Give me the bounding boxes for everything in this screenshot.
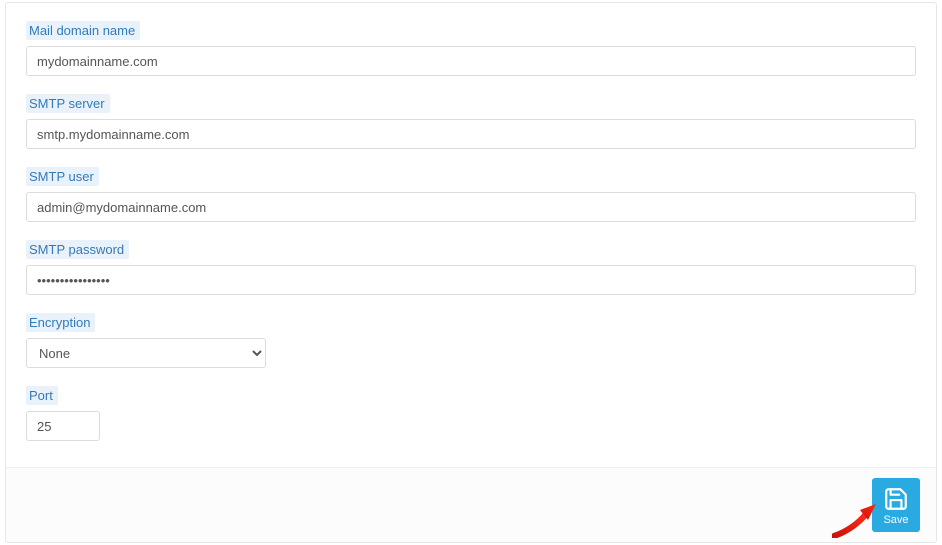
settings-panel: Mail domain name SMTP server SMTP user S… [5, 2, 937, 543]
field-smtp-server: SMTP server [26, 94, 916, 149]
annotation-arrow-icon [832, 504, 876, 538]
save-icon [883, 486, 909, 512]
save-button-label: Save [883, 514, 908, 526]
input-smtp-server[interactable] [26, 119, 916, 149]
panel-body: Mail domain name SMTP server SMTP user S… [6, 3, 936, 467]
panel-footer: Save [6, 467, 936, 542]
label-mail-domain: Mail domain name [26, 21, 140, 40]
input-mail-domain[interactable] [26, 46, 916, 76]
field-encryption: Encryption None [26, 313, 916, 368]
label-smtp-user: SMTP user [26, 167, 99, 186]
label-smtp-server: SMTP server [26, 94, 110, 113]
label-port: Port [26, 386, 58, 405]
save-button[interactable]: Save [872, 478, 920, 532]
field-mail-domain: Mail domain name [26, 21, 916, 76]
select-encryption[interactable]: None [26, 338, 266, 368]
field-smtp-user: SMTP user [26, 167, 916, 222]
input-smtp-user[interactable] [26, 192, 916, 222]
label-encryption: Encryption [26, 313, 95, 332]
field-smtp-password: SMTP password [26, 240, 916, 295]
input-port[interactable] [26, 411, 100, 441]
input-smtp-password[interactable] [26, 265, 916, 295]
label-smtp-password: SMTP password [26, 240, 129, 259]
encryption-select-wrap: None [26, 338, 266, 368]
field-port: Port [26, 386, 916, 441]
